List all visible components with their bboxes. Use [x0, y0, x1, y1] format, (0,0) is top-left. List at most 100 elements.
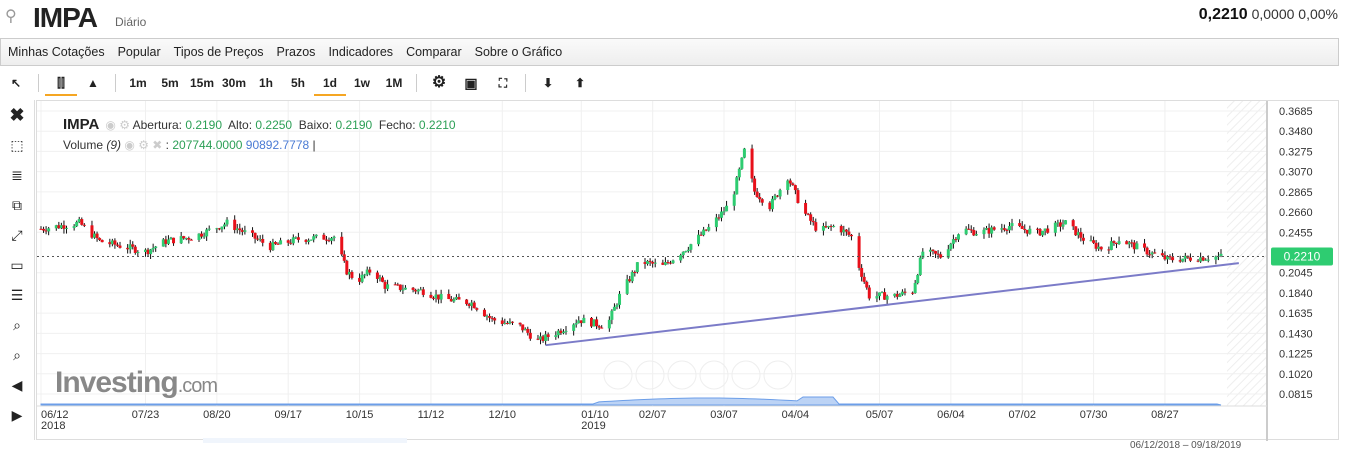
interval-1d[interactable]: 1d [314, 70, 346, 96]
download-icon[interactable]: ⬇ [532, 70, 564, 96]
candle [679, 255, 683, 261]
clone-icon[interactable]: ⧉ [0, 190, 34, 220]
candle [518, 322, 522, 325]
menu-tipos-de-precos[interactable]: Tipos de Preços [174, 45, 264, 59]
period-label: Diário [115, 15, 147, 29]
close-icon[interactable]: ✖ [0, 100, 34, 130]
y-tick-label: 0.0815 [1279, 389, 1313, 401]
candle [865, 281, 869, 288]
interval-1m[interactable]: 1m [122, 70, 154, 96]
trendline-icon[interactable]: ⤢ [0, 220, 34, 250]
reset-icon[interactable] [731, 360, 761, 390]
candle [312, 236, 316, 240]
eye-icon[interactable]: ◉ ⚙ [105, 118, 130, 132]
remove-drawings-icon[interactable]: ⬚ [0, 130, 34, 160]
divider [416, 74, 417, 92]
candle [154, 246, 158, 248]
fullscreen-icon[interactable]: ⛶ [487, 70, 519, 96]
candle [684, 251, 688, 253]
zoom-out-icon[interactable] [667, 360, 697, 390]
candle [115, 244, 119, 246]
candle [342, 254, 346, 261]
menu-minhas-cotacoes[interactable]: Minhas Cotações [8, 45, 105, 59]
candle [885, 296, 889, 300]
candle [1206, 259, 1210, 261]
candle [742, 148, 746, 158]
candle [653, 262, 657, 264]
candle [725, 205, 729, 212]
candle [187, 238, 191, 240]
candle [439, 293, 443, 300]
candle [314, 234, 318, 237]
candle [804, 202, 808, 214]
menu-comparar[interactable]: Comparar [406, 45, 462, 59]
divider [525, 74, 526, 92]
camera-icon[interactable]: ▣ [455, 70, 487, 96]
candle [689, 244, 693, 250]
divider [115, 74, 116, 92]
horizontal-lines-icon[interactable]: ☰ [0, 280, 34, 310]
menu-indicadores[interactable]: Indicadores [328, 45, 393, 59]
last-price: 0,2210 [1198, 6, 1248, 23]
candle [238, 228, 242, 231]
candle [98, 238, 102, 240]
candle [1099, 246, 1103, 250]
interval-1w[interactable]: 1w [346, 70, 378, 96]
interval-30m[interactable]: 30m [218, 70, 250, 96]
candle [1219, 253, 1223, 256]
upload-icon[interactable]: ⬆ [564, 70, 596, 96]
toolbar: ↖ ⫿⫿ ▲ 1m 5m 15m 30m 1h 5h 1d 1w 1M ⚙ ▣ … [0, 67, 1339, 99]
scroll-left-icon[interactable] [603, 360, 633, 390]
interval-1h[interactable]: 1h [250, 70, 282, 96]
candle [857, 236, 861, 268]
candle [561, 331, 565, 334]
x-tick-label: 02/07 [639, 409, 667, 421]
candle [755, 191, 759, 198]
candle [368, 269, 372, 273]
x-tick-label: 10/15 [346, 409, 374, 421]
area-chart-icon[interactable]: ▲ [77, 70, 109, 96]
scroll-right-icon[interactable] [763, 360, 793, 390]
fibonacci-icon[interactable]: ≣ [0, 160, 34, 190]
y-tick-label: 0.3685 [1279, 106, 1313, 118]
zoom-in-icon[interactable] [635, 360, 665, 390]
candle [956, 234, 960, 240]
y-tick-label: 0.1225 [1279, 349, 1313, 361]
x-tick-label: 07/02 [1008, 409, 1036, 421]
gear-icon[interactable]: ⚙ [423, 70, 455, 96]
high-value: 0.2250 [255, 118, 293, 132]
x-tick-label: 06/04 [937, 409, 965, 421]
interval-5h[interactable]: 5h [282, 70, 314, 96]
candlestick-icon[interactable]: ⫿⫿ [45, 70, 77, 96]
menu-sobre-o-grafico[interactable]: Sobre o Gráfico [475, 45, 563, 59]
cursor-icon[interactable]: ↖ [0, 70, 32, 96]
menu-prazos[interactable]: Prazos [277, 45, 316, 59]
menu-popular[interactable]: Popular [118, 45, 161, 59]
candle [166, 239, 170, 244]
y-tick-label: 0.1020 [1279, 369, 1313, 381]
candle [279, 240, 283, 245]
candle [934, 251, 938, 254]
interval-1M[interactable]: 1M [378, 70, 410, 96]
candle [913, 283, 917, 294]
x-tick-label: 11/12 [418, 409, 445, 421]
scroll-right-icon[interactable]: ▶ [0, 400, 34, 430]
chart-scrollbar[interactable] [203, 438, 407, 443]
candle [1061, 224, 1065, 227]
rectangle-icon[interactable]: ▭ [0, 250, 34, 280]
candle [82, 224, 86, 226]
interval-15m[interactable]: 15m [186, 70, 218, 96]
change: 0,0000 [1251, 6, 1295, 22]
eye-icon[interactable]: ◉ ⚙ ✖ [124, 138, 162, 152]
price-chart[interactable]: 0.3685 0.3480 0.3275 0.3070 0.2865 0.2660 0.24… [37, 101, 1340, 441]
search-icon[interactable]: ⚲ [5, 6, 17, 26]
candle [296, 237, 300, 240]
candle [526, 328, 530, 333]
header: ⚲ IMPA Diário 0,2210 0,0000 0,00% [0, 0, 1346, 38]
change-pct: 0,00% [1298, 6, 1338, 22]
zoom-out-icon[interactable]: ⌕ [0, 340, 34, 370]
candle [1171, 257, 1175, 261]
scroll-left-icon[interactable]: ◀ [0, 370, 34, 400]
zoom-in-icon[interactable]: ⌕ [0, 310, 34, 340]
interval-5m[interactable]: 5m [154, 70, 186, 96]
